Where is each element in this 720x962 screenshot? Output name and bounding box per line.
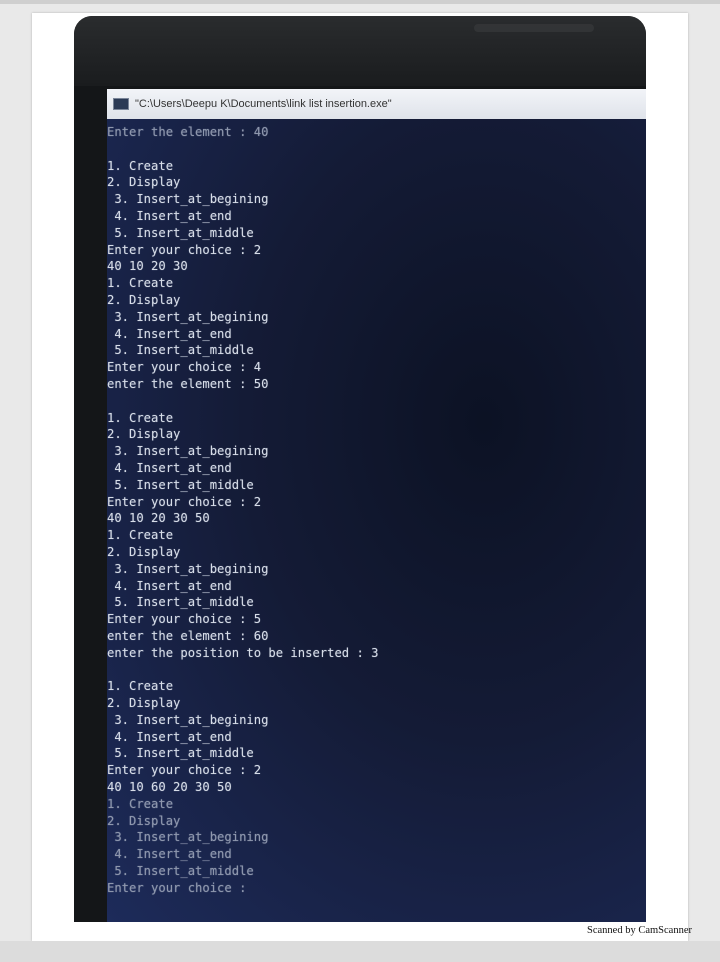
console-line: 2. Display: [107, 544, 181, 559]
console-line: 2. Display: [107, 427, 181, 442]
console-line: 4. Insert_at_end: [107, 729, 232, 744]
console-line: 5. Insert_at_middle: [107, 225, 254, 240]
console-line: 4. Insert_at_end: [107, 460, 232, 475]
console-line: 3. Insert_at_begining: [107, 192, 269, 207]
console-line: 40 10 60 20 30 50: [107, 780, 232, 795]
console-line: 1. Create: [107, 276, 174, 291]
console-line: Enter your choice : 2: [107, 763, 262, 778]
console-line: enter the element : 50: [107, 376, 269, 391]
console-line: Enter your choice : 2: [107, 242, 262, 257]
console-titlebar[interactable]: "C:\Users\Deepu K\Documents\link list in…: [107, 89, 646, 119]
console-line: enter the element : 60: [107, 628, 269, 643]
console-line: 4. Insert_at_end: [107, 578, 232, 593]
console-line: Enter your choice : 4: [107, 360, 262, 375]
console-line: Enter your choice : 5: [107, 612, 262, 627]
console-line: 2. Display: [107, 292, 181, 307]
console-line: 5. Insert_at_middle: [107, 343, 254, 358]
console-line: 1. Create: [107, 410, 174, 425]
bottom-edge: [0, 941, 720, 962]
console-line: 5. Insert_at_middle: [107, 595, 254, 610]
console-line: 3. Insert_at_begining: [107, 830, 269, 845]
console-line: 5. Insert_at_middle: [107, 477, 254, 492]
console-line: 3. Insert_at_begining: [107, 712, 269, 727]
console-line: 2. Display: [107, 813, 181, 828]
console-window: "C:\Users\Deepu K\Documents\link list in…: [107, 89, 646, 922]
console-line: 1. Create: [107, 679, 174, 694]
console-line: Enter the element : 40: [107, 125, 269, 139]
console-line: 5. Insert_at_middle: [107, 746, 254, 761]
console-line: 4. Insert_at_end: [107, 847, 232, 862]
console-line: 3. Insert_at_begining: [107, 561, 269, 576]
console-line: 4. Insert_at_end: [107, 208, 232, 223]
console-line: 4. Insert_at_end: [107, 326, 232, 341]
console-line: 40 10 20 30: [107, 259, 188, 274]
console-line: 40 10 20 30 50: [107, 511, 210, 526]
console-line: Enter your choice :: [107, 880, 247, 895]
console-line: enter the position to be inserted : 3: [107, 645, 379, 660]
console-line: 1. Create: [107, 528, 174, 543]
console-line: 1. Create: [107, 158, 174, 173]
console-line: 1. Create: [107, 796, 174, 811]
console-line: 3. Insert_at_begining: [107, 309, 269, 324]
console-line: 2. Display: [107, 175, 181, 190]
console-line: 3. Insert_at_begining: [107, 444, 269, 459]
console-output: Enter the element : 40 1. Create 2. Displa…: [107, 124, 646, 914]
monitor-photo: "C:\Users\Deepu K\Documents\link list in…: [74, 16, 646, 922]
console-line: Enter your choice : 2: [107, 494, 262, 509]
scan-credit: Scanned by CamScanner: [587, 925, 692, 936]
console-line: 2. Display: [107, 696, 181, 711]
console-line: 5. Insert_at_middle: [107, 864, 254, 879]
top-edge: [0, 0, 720, 4]
console-app-icon: [113, 98, 129, 110]
window-title: "C:\Users\Deepu K\Documents\link list in…: [135, 98, 392, 110]
bezel-highlight: [474, 24, 594, 32]
